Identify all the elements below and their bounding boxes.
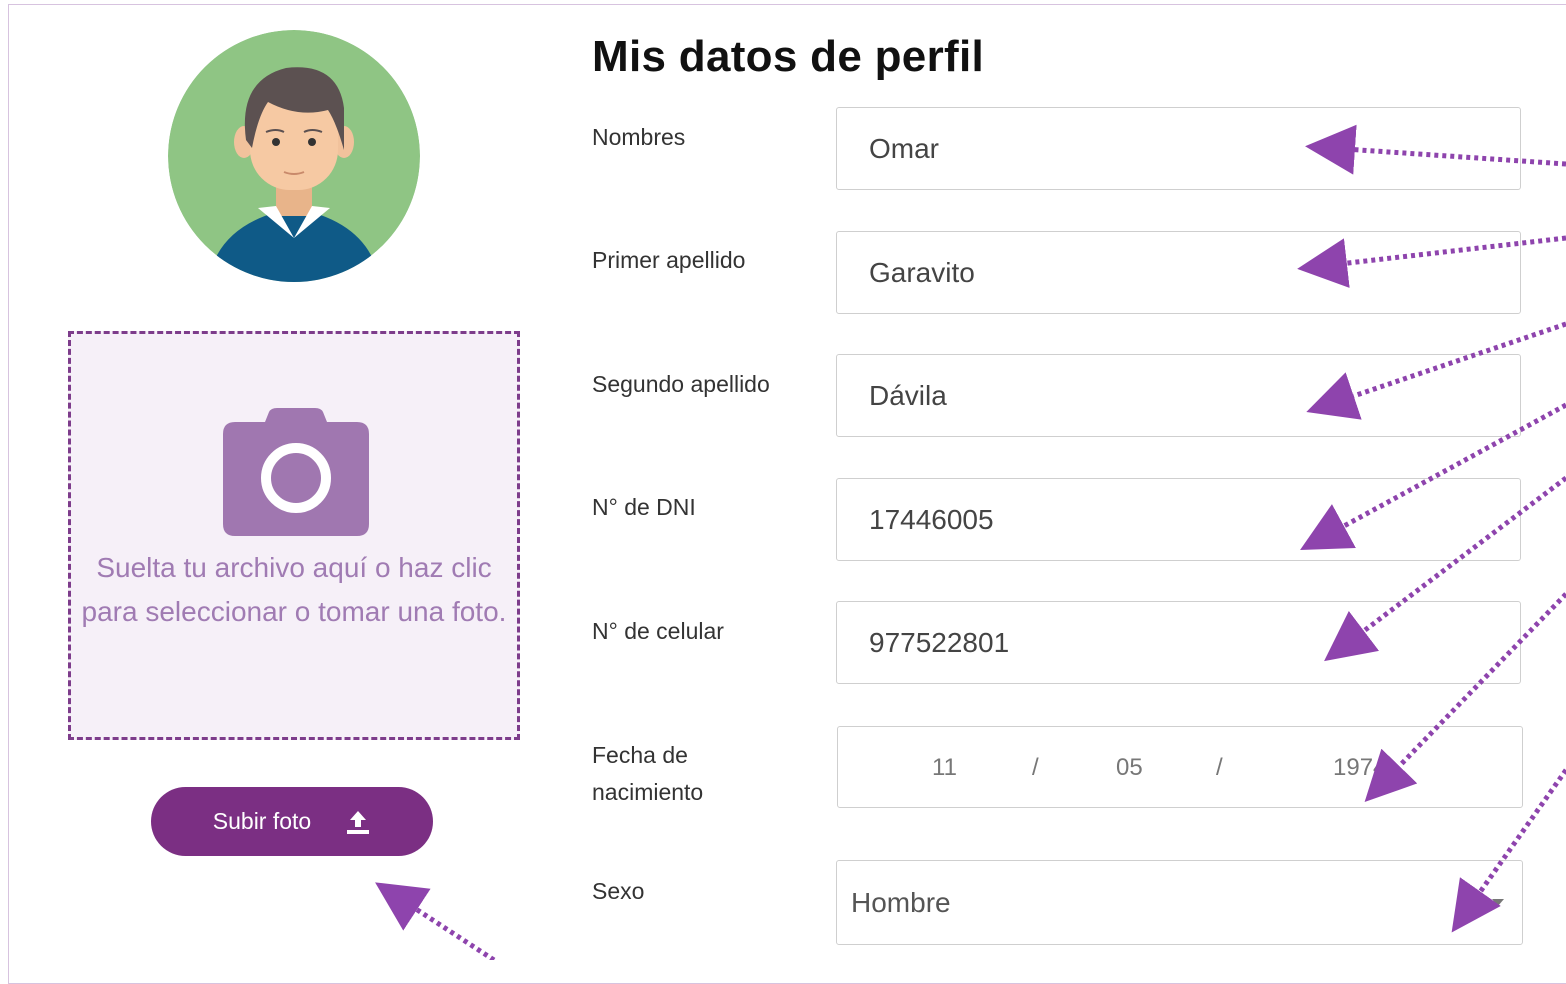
date-day[interactable]: 11 bbox=[932, 754, 957, 782]
profile-avatar bbox=[168, 30, 420, 282]
input-nombres[interactable]: Omar bbox=[836, 107, 1521, 190]
page-title: Mis datos de perfil bbox=[592, 32, 984, 81]
upload-button-label: Subir foto bbox=[212, 808, 312, 834]
date-year[interactable]: 1974 bbox=[1333, 754, 1386, 782]
label-nombres: Nombres bbox=[592, 124, 686, 150]
camera-icon bbox=[223, 408, 369, 536]
label-fecha-line1: Fecha de bbox=[592, 742, 688, 768]
input-fecha-nacimiento[interactable]: 11 / 05 / 1974 bbox=[837, 726, 1523, 808]
upload-photo-button[interactable]: Subir foto bbox=[151, 787, 433, 856]
input-dni[interactable]: 17446005 bbox=[836, 478, 1521, 561]
chevron-down-icon bbox=[1492, 899, 1504, 906]
input-segundo-apellido[interactable]: Dávila bbox=[836, 354, 1521, 437]
select-sexo-value: Hombre bbox=[851, 886, 951, 918]
label-celular: N° de celular bbox=[592, 618, 724, 644]
date-separator-2: / bbox=[1216, 754, 1223, 781]
label-fecha-line2: nacimiento bbox=[592, 779, 704, 805]
label-primer-apellido: Primer apellido bbox=[592, 247, 746, 273]
input-primer-apellido[interactable]: Garavito bbox=[836, 231, 1521, 314]
label-segundo-apellido: Segundo apellido bbox=[592, 371, 770, 397]
photo-dropzone[interactable]: Suelta tu archivo aquí o haz clic para s… bbox=[68, 331, 520, 740]
input-celular[interactable]: 977522801 bbox=[836, 601, 1521, 684]
label-dni: N° de DNI bbox=[592, 494, 696, 520]
label-sexo: Sexo bbox=[592, 878, 645, 904]
select-sexo[interactable]: Hombre bbox=[836, 860, 1523, 945]
user-avatar-icon bbox=[168, 30, 420, 282]
date-separator-1: / bbox=[1032, 754, 1039, 781]
upload-icon bbox=[347, 810, 370, 834]
dropzone-instructions: Suelta tu archivo aquí o haz clic para s… bbox=[81, 552, 507, 627]
date-month[interactable]: 05 bbox=[1116, 754, 1143, 782]
